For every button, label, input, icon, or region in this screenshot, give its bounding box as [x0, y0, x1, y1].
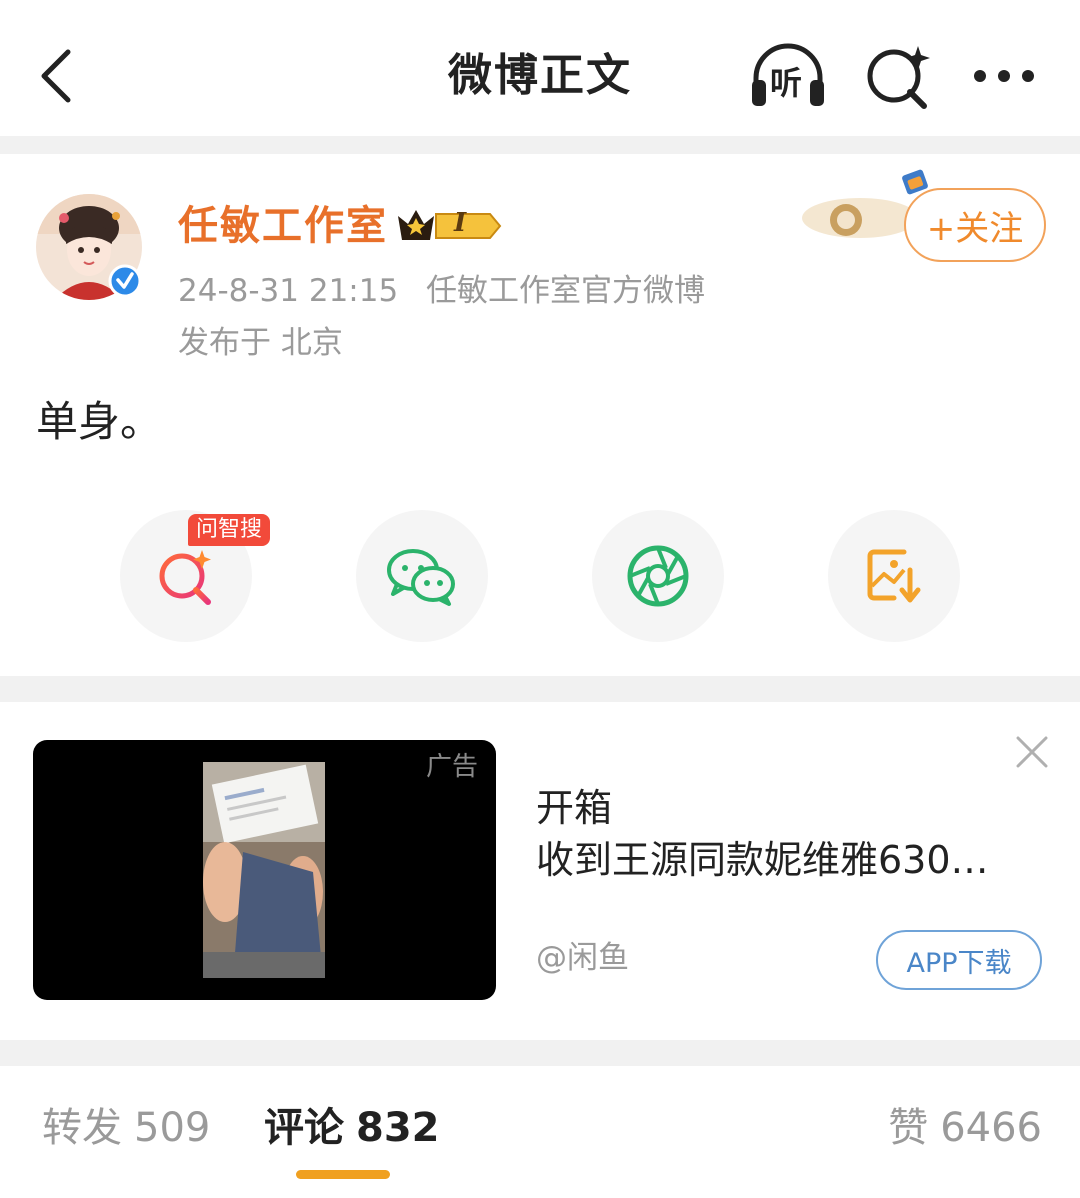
wechat-icon — [387, 549, 455, 606]
listen-button[interactable]: 听 — [748, 40, 828, 112]
ad-description[interactable]: 收到王源同款妮维雅630… — [536, 834, 1036, 886]
tab-like[interactable]: 赞 6466 — [888, 1102, 1042, 1154]
ai-search-badge: 问智搜 — [188, 514, 271, 546]
app-download-button[interactable]: APP下载 — [876, 930, 1042, 990]
vip-level: I — [454, 208, 467, 238]
vip-badge[interactable]: I — [396, 204, 502, 248]
image-download-icon — [867, 549, 921, 603]
tab-like-count: 6466 — [940, 1105, 1042, 1151]
back-button[interactable] — [26, 40, 86, 112]
tab-comment-label: 评论 — [264, 1105, 344, 1151]
follow-button[interactable]: +关注 — [904, 188, 1046, 262]
top-nav-bar: 微博正文 听 — [0, 0, 1080, 136]
tab-repost[interactable]: 转发 509 — [42, 1102, 210, 1154]
close-icon — [1016, 736, 1048, 768]
post-timestamp: 24-8-31 21:15 — [178, 273, 399, 309]
post-location: 发布于 北京 — [178, 325, 343, 361]
listen-label: 听 — [770, 64, 803, 102]
avatar[interactable] — [36, 194, 142, 300]
post-meta: 24-8-31 21:15 任敏工作室官方微博 — [178, 270, 705, 312]
section-divider — [0, 136, 1080, 154]
verified-badge-icon — [108, 264, 142, 298]
tab-repost-count: 509 — [134, 1105, 211, 1151]
author-name[interactable]: 任敏工作室 — [178, 200, 388, 252]
ad-label: 广告 — [425, 752, 478, 782]
page-title: 微博正文 — [448, 50, 632, 101]
post-source[interactable]: 任敏工作室官方微博 — [426, 273, 705, 309]
share-moments-button[interactable] — [592, 510, 724, 642]
section-divider — [0, 1040, 1080, 1066]
tab-comment-count: 832 — [356, 1105, 440, 1151]
section-divider — [0, 676, 1080, 702]
crown-icon — [398, 210, 502, 240]
aperture-icon — [627, 545, 689, 607]
ad-video-thumbnail[interactable]: 广告 — [33, 740, 496, 1000]
ad-title[interactable]: 开箱 — [536, 782, 612, 834]
share-wechat-button[interactable] — [356, 510, 488, 642]
ad-video-frame — [203, 762, 325, 978]
ai-search-icon — [159, 550, 211, 605]
tab-like-label: 赞 — [888, 1105, 929, 1151]
ai-search-button[interactable] — [862, 40, 934, 112]
more-options-button[interactable] — [966, 48, 1042, 104]
sparkle-search-icon — [867, 46, 930, 109]
save-image-button[interactable] — [828, 510, 960, 642]
ad-source: @闲鱼 — [536, 940, 629, 976]
active-tab-indicator — [296, 1170, 390, 1179]
post-text: 单身。 — [36, 397, 163, 446]
tab-repost-label: 转发 — [42, 1105, 122, 1151]
chevron-left-icon — [41, 49, 71, 103]
ad-close-button[interactable] — [1010, 730, 1054, 774]
more-dots-icon — [974, 70, 1034, 82]
tab-comment[interactable]: 评论 832 — [264, 1102, 440, 1154]
